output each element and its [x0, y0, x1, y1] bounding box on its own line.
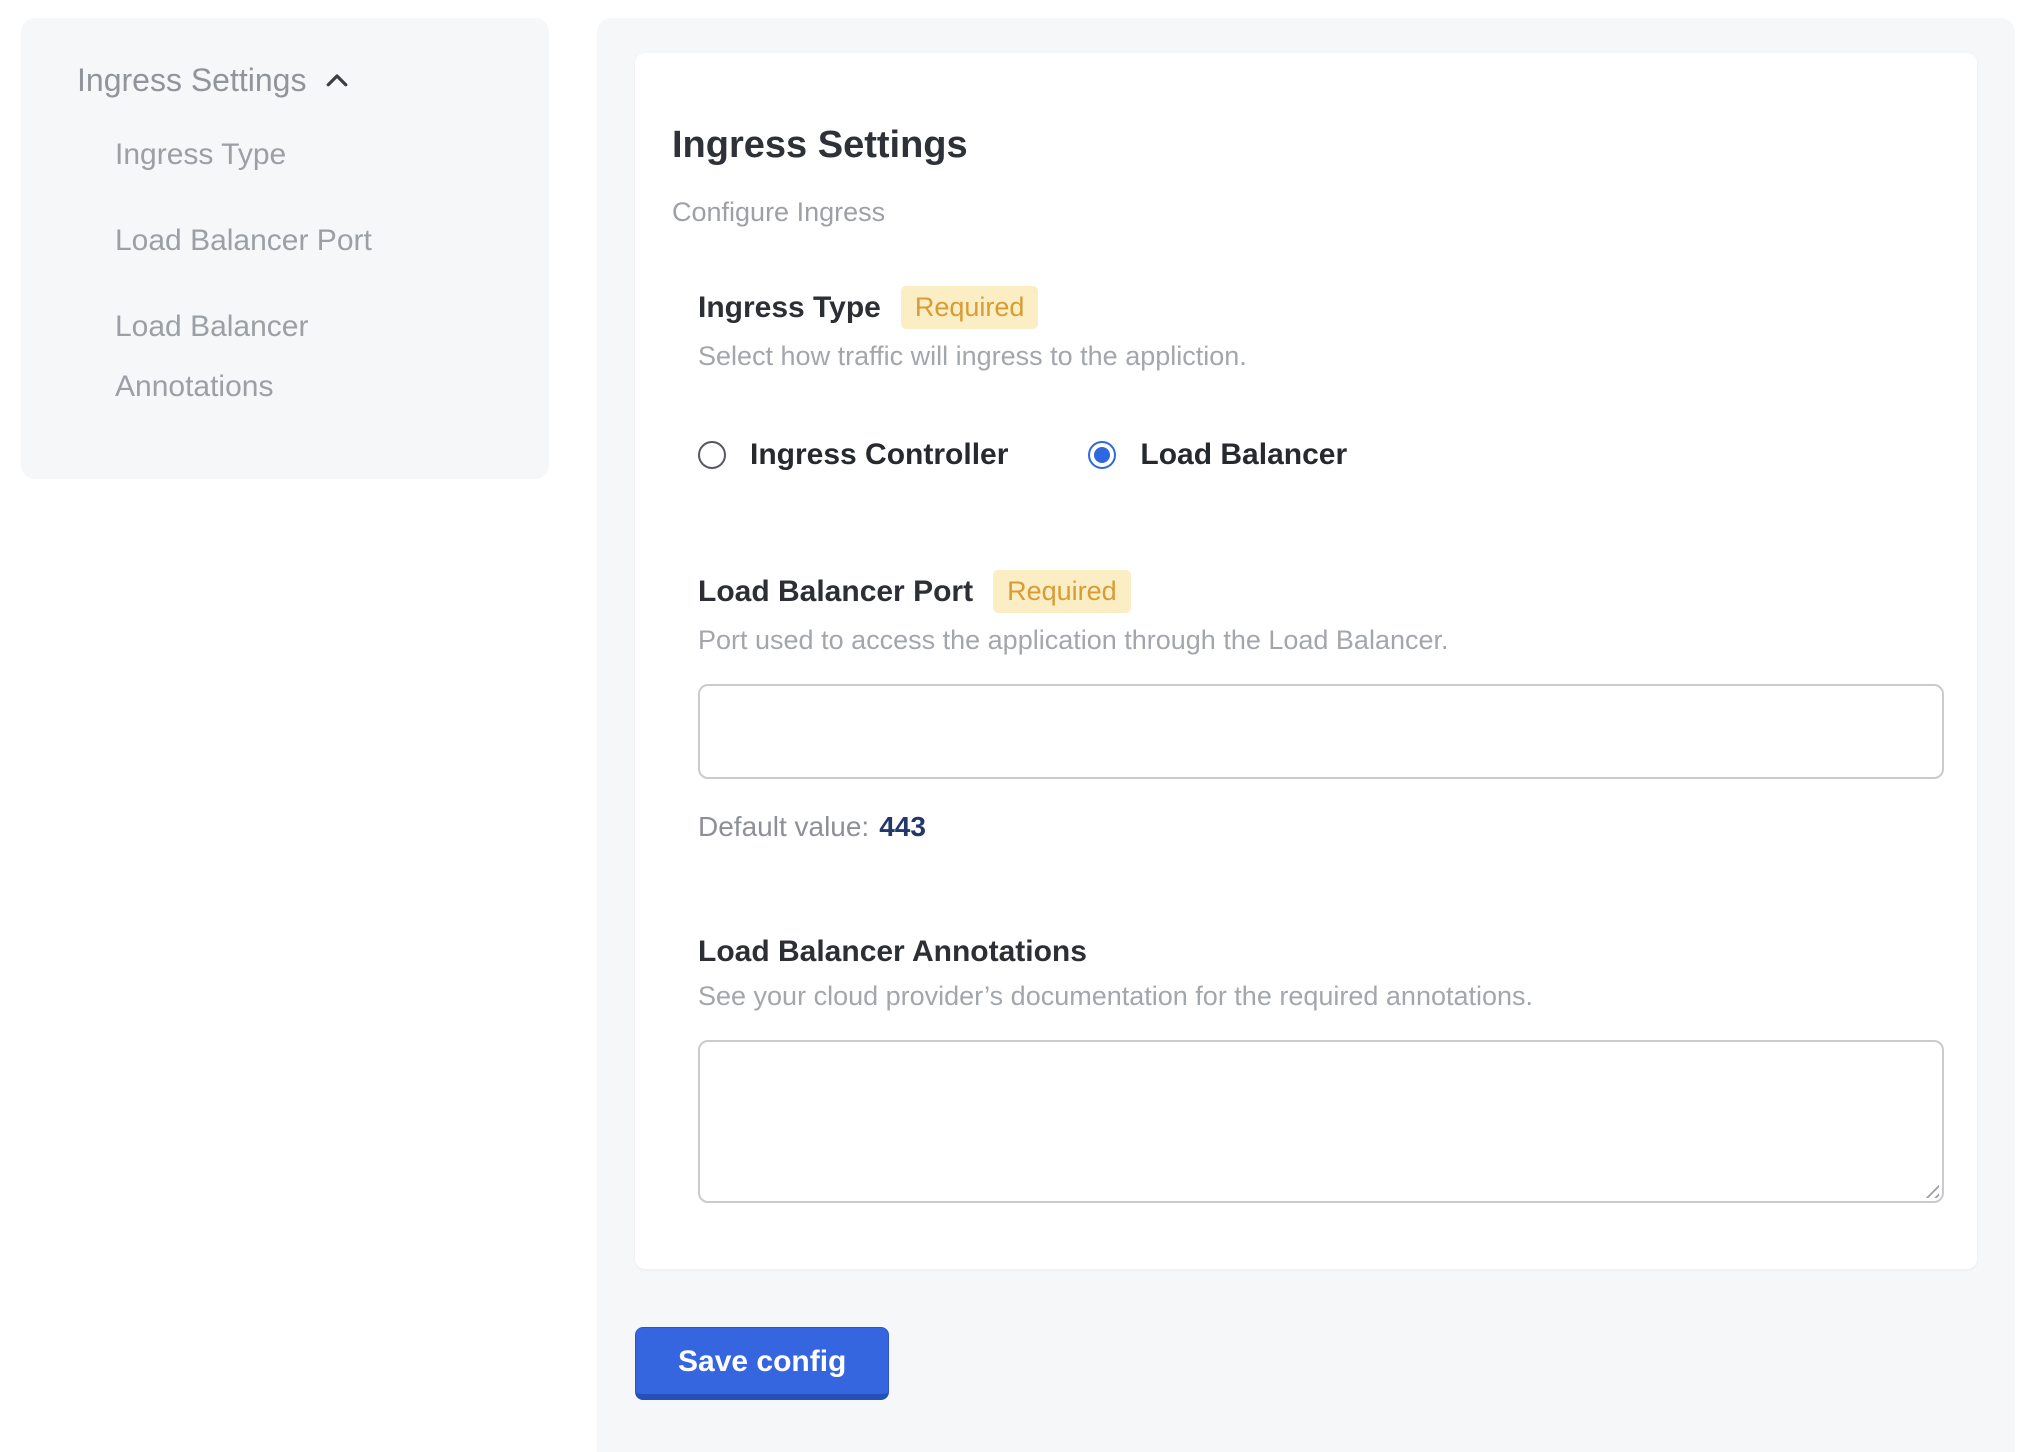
default-value-row: Default value: 443	[698, 811, 1917, 843]
radio-label-load-balancer: Load Balancer	[1140, 438, 1347, 472]
settings-nav-sidebar: Ingress Settings Ingress Type Load Balan…	[21, 18, 549, 479]
lb-annotations-help: See your cloud provider’s documentation …	[698, 981, 1917, 1012]
ingress-type-heading-row: Ingress Type Required	[698, 286, 1917, 329]
load-balancer-annotations-textarea[interactable]	[698, 1040, 1944, 1203]
radio-label-ingress-controller: Ingress Controller	[750, 438, 1008, 472]
ingress-type-heading: Ingress Type	[698, 291, 881, 325]
chevron-up-icon	[322, 66, 352, 96]
config-sections: Ingress Type Required Select how traffic…	[698, 286, 1917, 1203]
ingress-settings-card: Ingress Settings Configure Ingress Ingre…	[635, 53, 1977, 1269]
lb-port-heading-row: Load Balancer Port Required	[698, 570, 1917, 613]
ingress-type-help: Select how traffic will ingress to the a…	[698, 341, 1917, 372]
lb-annotations-heading-row: Load Balancer Annotations	[698, 935, 1917, 969]
radio-ingress-controller[interactable]	[698, 441, 726, 469]
page-subtitle: Configure Ingress	[672, 197, 1917, 228]
default-value: 443	[879, 811, 926, 842]
sidebar-group-ingress-settings[interactable]: Ingress Settings	[77, 62, 509, 99]
sidebar-item-load-balancer-annotations[interactable]: Load Balancer Annotations	[115, 297, 435, 417]
radio-option-ingress-controller[interactable]: Ingress Controller	[698, 438, 1008, 472]
required-badge: Required	[901, 286, 1039, 329]
lb-annotations-heading: Load Balancer Annotations	[698, 935, 1087, 969]
lb-port-heading: Load Balancer Port	[698, 575, 973, 609]
radio-load-balancer[interactable]	[1088, 441, 1116, 469]
lb-port-help: Port used to access the application thro…	[698, 625, 1917, 656]
section-load-balancer-annotations: Load Balancer Annotations See your cloud…	[698, 935, 1917, 1203]
section-ingress-type: Ingress Type Required Select how traffic…	[698, 286, 1917, 472]
sidebar-item-load-balancer-port[interactable]: Load Balancer Port	[115, 211, 435, 271]
save-config-button[interactable]: Save config	[635, 1327, 889, 1400]
required-badge: Required	[993, 570, 1131, 613]
load-balancer-port-input[interactable]	[698, 684, 1944, 779]
config-main-panel: Ingress Settings Configure Ingress Ingre…	[597, 18, 2015, 1452]
default-value-label: Default value:	[698, 811, 869, 842]
page-title: Ingress Settings	[672, 124, 1917, 167]
sidebar-group-label: Ingress Settings	[77, 62, 306, 99]
lb-annotations-textarea-wrap	[698, 1040, 1944, 1203]
section-load-balancer-port: Load Balancer Port Required Port used to…	[698, 570, 1917, 843]
radio-option-load-balancer[interactable]: Load Balancer	[1088, 438, 1347, 472]
sidebar-item-list: Ingress Type Load Balancer Port Load Bal…	[77, 125, 509, 417]
sidebar-item-ingress-type[interactable]: Ingress Type	[115, 125, 435, 185]
ingress-type-radio-group: Ingress Controller Load Balancer	[698, 438, 1917, 472]
